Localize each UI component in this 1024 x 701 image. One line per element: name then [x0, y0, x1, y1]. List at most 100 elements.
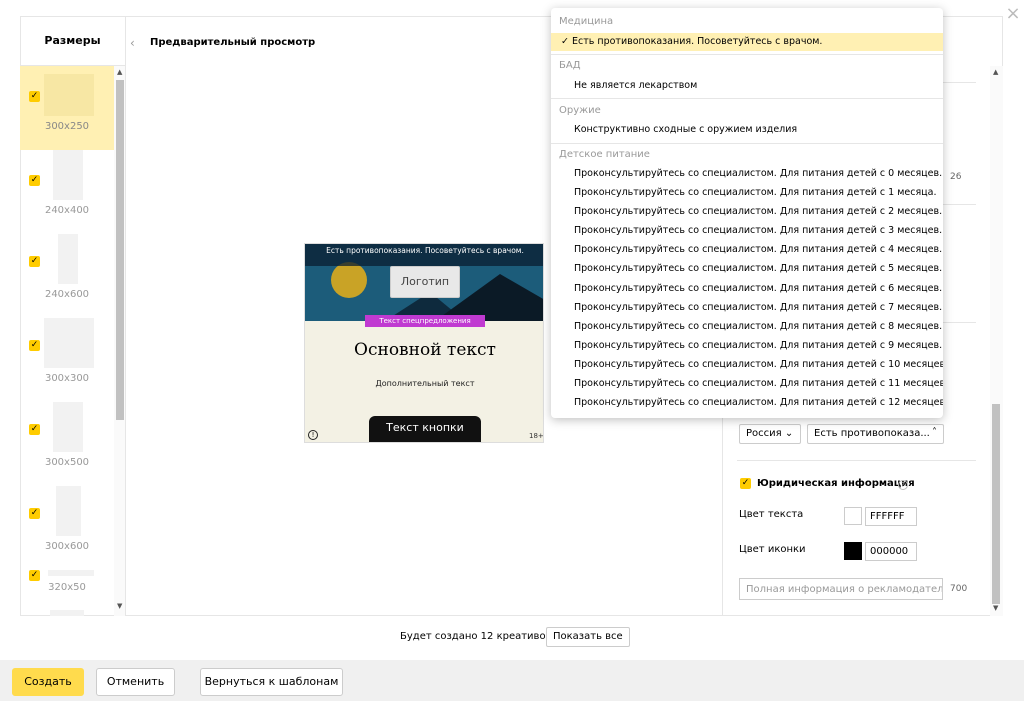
size-item-320x50[interactable]: ✓ 320x50: [20, 570, 114, 616]
show-all-button[interactable]: Показать все: [546, 627, 630, 647]
dropdown-option[interactable]: Проконсультируйтесь со специалистом. Для…: [551, 222, 943, 240]
warning-select[interactable]: Есть противопоказа... ˄: [807, 424, 944, 444]
sizes-title: Размеры: [44, 34, 101, 47]
size-thumbnail: [50, 610, 84, 616]
sizes-scrollbar[interactable]: ▲ ▼: [114, 66, 126, 616]
help-icon[interactable]: ?: [898, 480, 908, 490]
dropdown-option[interactable]: Проконсультируйтесь со специалистом. Для…: [551, 318, 943, 336]
size-item-300x500[interactable]: ✓ 300x500: [20, 402, 114, 486]
advertiser-info-input[interactable]: Полная информация о рекламодателе: [739, 578, 943, 600]
chevron-down-icon: ⌄: [784, 428, 794, 439]
text-color-input[interactable]: FFFFFF: [865, 507, 917, 526]
checkbox-checked-icon[interactable]: ✓: [29, 175, 40, 186]
char-limit: 700: [950, 584, 968, 594]
size-thumbnail: [58, 234, 78, 284]
chevron-up-icon: ˄: [932, 427, 937, 438]
banner-warning: Есть противопоказания. Посоветуйтесь с в…: [305, 244, 543, 266]
size-item-300x300[interactable]: ✓ 300x300: [20, 318, 114, 402]
checkbox-checked-icon[interactable]: ✓: [29, 424, 40, 435]
size-label: 300x250: [44, 121, 90, 132]
dropdown-option[interactable]: Проконсультируйтесь со специалистом. Для…: [551, 260, 943, 278]
dropdown-option[interactable]: Проконсультируйтесь со специалистом. Для…: [551, 184, 943, 202]
dropdown-option[interactable]: ✓ Есть противопоказания. Посоветуйтесь с…: [551, 33, 943, 51]
size-label: 300x500: [44, 457, 90, 468]
scroll-down-icon[interactable]: ▼: [117, 602, 122, 610]
creatives-count-row: Будет создано 12 креативов Показать все: [0, 627, 1024, 647]
checkmark-icon: ✓: [561, 36, 569, 47]
char-counter: 26: [950, 172, 962, 182]
size-label: 240x600: [44, 289, 90, 300]
info-icon: !: [308, 430, 318, 440]
checkbox-checked-icon[interactable]: ✓: [29, 508, 40, 519]
dropdown-option[interactable]: Проконсультируйтесь со специалистом. Для…: [551, 165, 943, 183]
banner-sub-text: Дополнительный текст: [375, 379, 475, 388]
dropdown-option[interactable]: Проконсультируйтесь со специалистом. Для…: [551, 203, 943, 221]
scrollbar-thumb[interactable]: [116, 80, 124, 420]
size-label: 240x400: [44, 205, 90, 216]
text-color-swatch[interactable]: [844, 507, 862, 525]
option-label: Есть противопоказания. Посоветуйтесь с в…: [572, 36, 823, 47]
divider: [551, 98, 943, 99]
dropdown-option[interactable]: Проконсультируйтесь со специалистом. Для…: [551, 337, 943, 355]
preview-title: Предварительный просмотр: [150, 37, 316, 48]
chevron-left-icon[interactable]: ‹: [130, 36, 135, 50]
footer-bar: Создать Отменить Вернуться к шаблонам: [0, 660, 1024, 701]
checkbox-checked-icon[interactable]: ✓: [29, 340, 40, 351]
divider: [737, 460, 976, 461]
size-thumbnail: [44, 74, 94, 116]
scroll-up-icon[interactable]: ▲: [993, 68, 998, 76]
group-title-weapons: Оружие: [559, 105, 601, 116]
sizes-header: Размеры: [20, 16, 126, 66]
dropdown-option[interactable]: Проконсультируйтесь со специалистом. Для…: [551, 241, 943, 259]
legal-info-checkbox[interactable]: ✓: [740, 478, 751, 489]
dropdown-option[interactable]: Проконсультируйтесь со специалистом. Для…: [551, 356, 943, 374]
size-item-300x250[interactable]: ✓ 300x250: [20, 66, 114, 150]
legal-info-label: Юридическая информация: [757, 478, 915, 489]
scrollbar-thumb[interactable]: [992, 404, 1000, 604]
country-select[interactable]: Россия ⌄: [739, 424, 801, 444]
dropdown-option[interactable]: Проконсультируйтесь со специалистом. Для…: [551, 394, 943, 412]
group-title-baby-food: Детское питание: [559, 149, 650, 160]
group-title-bad: БАД: [559, 60, 581, 71]
size-thumbnail: [53, 402, 83, 452]
dropdown-option[interactable]: Не является лекарством: [551, 77, 943, 95]
size-item-300x600[interactable]: ✓ 300x600: [20, 486, 114, 570]
banner-button: Текст кнопки: [369, 416, 481, 442]
checkbox-checked-icon[interactable]: ✓: [29, 91, 40, 102]
dropdown-option[interactable]: Проконсультируйтесь со специалистом. Для…: [551, 375, 943, 393]
text-color-label: Цвет текста: [739, 509, 804, 520]
dropdown-option[interactable]: Проконсультируйтесь со специалистом. Для…: [551, 280, 943, 298]
size-item-240x600[interactable]: ✓ 240x600: [20, 234, 114, 318]
icon-color-label: Цвет иконки: [739, 544, 806, 555]
warning-dropdown-menu: Медицина ✓ Есть противопоказания. Посове…: [551, 8, 943, 418]
size-thumbnail: [53, 150, 83, 200]
size-thumbnail: [44, 318, 94, 368]
create-button[interactable]: Создать: [12, 668, 84, 696]
country-select-value: Россия: [746, 428, 782, 439]
banner-promo: Текст спецпредложения: [365, 315, 485, 327]
warning-select-value: Есть противопоказа...: [814, 428, 930, 439]
checkbox-checked-icon[interactable]: ✓: [29, 256, 40, 267]
scroll-up-icon[interactable]: ▲: [117, 68, 122, 76]
settings-scrollbar[interactable]: ▲ ▼: [990, 66, 1003, 616]
divider: [551, 54, 943, 55]
dropdown-option[interactable]: Проконсультируйтесь со специалистом. Для…: [551, 299, 943, 317]
cancel-button[interactable]: Отменить: [96, 668, 175, 696]
checkbox-checked-icon[interactable]: ✓: [29, 570, 40, 581]
icon-color-swatch[interactable]: [844, 542, 862, 560]
size-label: 300x300: [44, 373, 90, 384]
icon-color-input[interactable]: 000000: [865, 542, 917, 561]
sizes-list: ✓ 300x250 ✓ 240x400 ✓ 240x600 ✓ 300x300 …: [20, 66, 114, 616]
close-icon[interactable]: ×: [1005, 5, 1021, 23]
back-to-templates-button[interactable]: Вернуться к шаблонам: [200, 668, 343, 696]
size-item-240x400[interactable]: ✓ 240x400: [20, 150, 114, 234]
scroll-down-icon[interactable]: ▼: [993, 604, 998, 612]
size-label: 300x600: [44, 541, 90, 552]
creatives-count-text: Будет создано 12 креативов: [400, 631, 552, 642]
banner-preview: Есть противопоказания. Посоветуйтесь с в…: [304, 243, 544, 443]
size-label: 320x50: [48, 582, 86, 593]
dropdown-option[interactable]: Конструктивно сходные с оружием изделия: [551, 121, 943, 139]
banner-main-text: Основной текст: [354, 340, 496, 360]
divider: [551, 143, 943, 144]
banner-logo: Логотип: [390, 266, 460, 298]
